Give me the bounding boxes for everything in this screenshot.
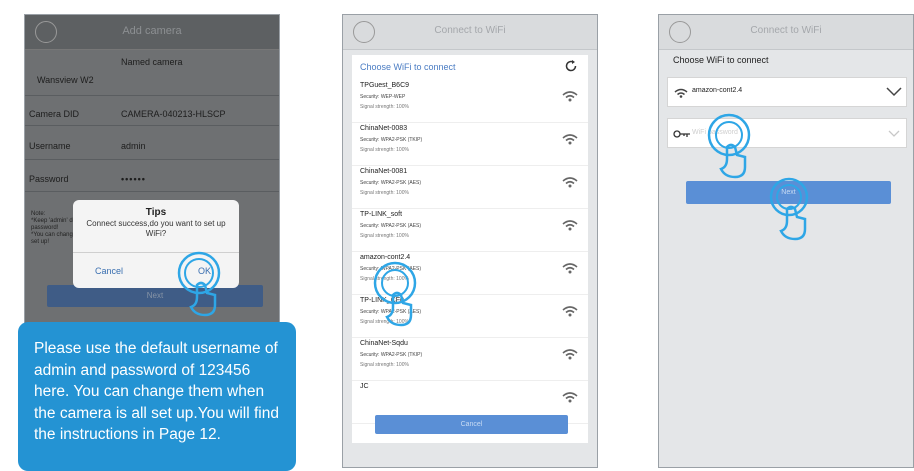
screen-title: Connect to WiFi: [750, 25, 822, 36]
camera-name-value[interactable]: Wansview W2: [37, 75, 94, 85]
password-placeholder: WiFi password: [692, 129, 738, 136]
network-name: JC: [360, 383, 369, 390]
network-security: Security: WPA2-PSK (AES): [360, 180, 422, 186]
cancel-button-label: Cancel: [460, 421, 483, 428]
next-button-label: Next: [146, 291, 164, 300]
tips-dialog: Tips Connect success,do you want to set …: [73, 200, 239, 288]
network-signal: Signal strength: 100%: [360, 147, 409, 153]
wifi-network-row[interactable]: TP-LINK_CF0 Security: WPA2-PSK (AES) Signa…: [352, 294, 588, 338]
wifi-network-row[interactable]: amazon-cont2.4 Security: WPA2-PSK (AES) Si…: [352, 251, 588, 295]
choose-wifi-label: Choose WiFi to connect: [360, 62, 456, 72]
network-security: Security: WPA2-PSK (AES): [360, 266, 422, 272]
network-name: ChinaNet-0081: [360, 168, 408, 175]
ssid-select[interactable]: amazon-cont2.4: [667, 77, 907, 107]
key-icon: [673, 130, 690, 138]
password-label: Password: [29, 174, 69, 184]
network-name: ChinaNet-0083: [360, 125, 408, 132]
top-bar: Connect to WiFi: [343, 15, 597, 50]
callout-text: Please use the default username of admin…: [34, 340, 279, 443]
wifi-connect-screen: Connect to WiFi Choose WiFi to connect a…: [658, 14, 914, 468]
instruction-callout: Please use the default username of admin…: [18, 322, 296, 471]
network-name: TPGuest_B6C9: [360, 82, 410, 89]
screen-title: Add camera: [122, 25, 182, 37]
top-bar: Connect to WiFi: [659, 15, 913, 50]
choose-wifi-label: Choose WiFi to connect: [673, 55, 769, 65]
cancel-button[interactable]: Cancel: [375, 415, 568, 434]
named-camera-label: Named camera: [121, 57, 183, 67]
network-signal: Signal strength: 100%: [360, 104, 409, 110]
wifi-icon: [562, 263, 578, 274]
wifi-network-row[interactable]: TPGuest_B6C9 Security: WEP-WEP Signal stre…: [352, 79, 588, 123]
camera-did-label: Camera DID: [29, 109, 80, 119]
wifi-icon: [562, 349, 578, 360]
wifi-list: Choose WiFi to connect TPGuest_B6C9 Secur…: [352, 55, 588, 443]
username-field[interactable]: admin: [121, 141, 146, 151]
wifi-list-screen: Connect to WiFi Choose WiFi to connect T…: [342, 14, 598, 468]
top-bar: Add camera: [25, 15, 279, 50]
dialog-message: Connect success,do you want to set up Wi…: [86, 219, 226, 238]
wifi-network-row[interactable]: ChinaNet-0083 Security: WPA2-PSK (TKIP) Si…: [352, 122, 588, 166]
wifi-icon: [562, 306, 578, 317]
username-label: Username: [29, 141, 71, 151]
screen-title: Connect to WiFi: [434, 25, 506, 36]
wifi-icon: [562, 134, 578, 145]
dialog-title: Tips: [145, 207, 167, 218]
network-name: ChinaNet-Sqdu: [360, 340, 408, 347]
network-security: Security: WPA2-PSK (AES): [360, 223, 422, 229]
network-signal: Signal strength: 100%: [360, 190, 409, 196]
password-field[interactable]: ••••••: [121, 174, 146, 184]
dialog-ok-button[interactable]: OK: [198, 266, 211, 276]
network-signal: Signal strength: 100%: [360, 362, 409, 368]
ssid-value: amazon-cont2.4: [692, 87, 743, 94]
network-signal: Signal strength: 100%: [360, 233, 409, 239]
network-security: Security: WPA2-PSK (TKIP): [360, 137, 423, 143]
wifi-network-row[interactable]: TP-LINK_soft Security: WPA2-PSK (AES) Sign…: [352, 208, 588, 252]
wifi-icon: [562, 91, 578, 102]
network-name: amazon-cont2.4: [360, 254, 411, 261]
wifi-network-row[interactable]: ChinaNet-Sqdu Security: WPA2-PSK (TKIP) Si…: [352, 337, 588, 381]
network-signal: Signal strength: 100%: [360, 319, 409, 325]
network-signal: Signal strength: 100%: [360, 276, 409, 282]
network-security: Security: WEP-WEP: [360, 94, 406, 100]
wifi-network-row[interactable]: ChinaNet-0081 Security: WPA2-PSK (AES) Sig…: [352, 165, 588, 209]
chevron-down-icon[interactable]: [886, 87, 902, 97]
network-name: TP-LINK_CF0: [360, 297, 404, 304]
network-security: Security: WPA2-PSK (AES): [360, 309, 422, 315]
camera-did-value[interactable]: CAMERA-040213-HLSCP: [121, 109, 226, 119]
network-name: TP-LINK_soft: [360, 211, 403, 218]
refresh-icon[interactable]: [564, 59, 578, 73]
password-field[interactable]: WiFi password: [667, 118, 907, 148]
wifi-icon: [674, 88, 688, 98]
wifi-icon: [562, 177, 578, 188]
next-button-label: Next: [781, 189, 796, 196]
next-button[interactable]: Next: [686, 181, 891, 204]
chevron-down-icon[interactable]: [888, 130, 900, 138]
dialog-cancel-button[interactable]: Cancel: [95, 266, 123, 276]
network-security: Security: WPA2-PSK (TKIP): [360, 352, 423, 358]
wifi-icon: [562, 220, 578, 231]
next-button[interactable]: Next: [47, 285, 263, 307]
wifi-icon: [562, 392, 578, 403]
